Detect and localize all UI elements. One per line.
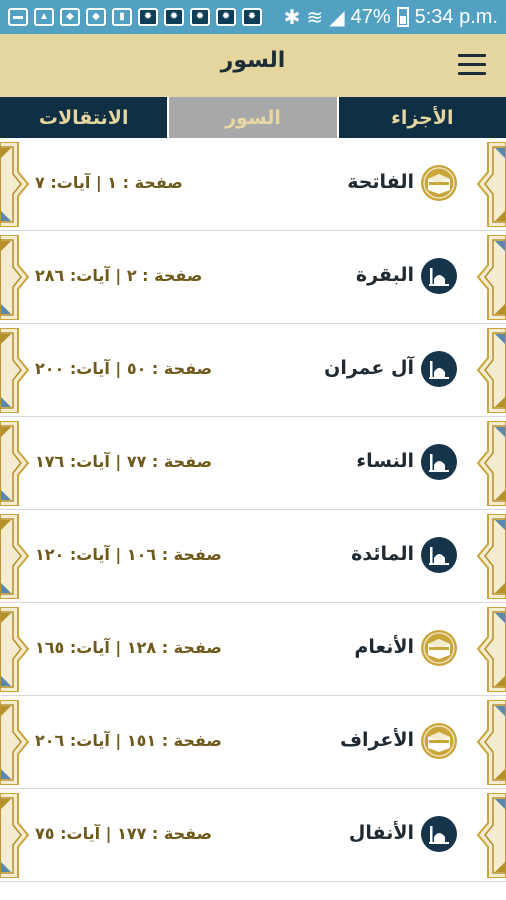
ornament-frame-left	[0, 421, 30, 506]
battery-icon	[396, 7, 409, 27]
surah-name: البقرة	[355, 264, 414, 286]
app-icon: ✹	[190, 8, 210, 26]
app-icon: ✹	[138, 8, 158, 26]
ornament-frame-right	[476, 700, 506, 785]
mosque-icon	[420, 257, 458, 295]
surah-row[interactable]: النساء صفحة : ٧٧ | آيات: ١٧٦	[0, 417, 506, 510]
battery-percent: 47%	[350, 5, 391, 28]
surah-name: الفاتحة	[347, 171, 414, 193]
surah-name: آل عمران	[324, 357, 414, 379]
tab-transitions[interactable]: الانتقالات	[0, 97, 168, 138]
tab-surahs[interactable]: السور	[169, 97, 337, 138]
surah-page-verses: صفحة : ٥٠ | آيات: ٢٠٠	[35, 359, 213, 378]
menu-button[interactable]	[458, 54, 486, 78]
tab-juz[interactable]: الأجزاء	[338, 97, 506, 138]
bluetooth-icon: ✱	[283, 6, 301, 29]
kaaba-icon	[420, 164, 458, 202]
ornament-frame-right	[476, 421, 506, 506]
ornament-frame-right	[476, 793, 506, 878]
surah-name: الأعراف	[339, 729, 414, 751]
app-icon: ◆	[86, 8, 106, 26]
ornament-frame-left	[0, 328, 30, 413]
ornament-frame-right	[476, 142, 506, 227]
app-icon: ◆	[60, 8, 80, 26]
app-bar: السور	[0, 34, 506, 97]
ornament-frame-right	[476, 607, 506, 692]
sim-icon: ▮	[112, 8, 132, 26]
surah-row[interactable]: الأعراف صفحة : ١٥١ | آيات: ٢٠٦	[0, 696, 506, 789]
page-title: السور	[220, 48, 286, 73]
surah-row[interactable]: الأنعام صفحة : ١٢٨ | آيات: ١٦٥	[0, 603, 506, 696]
clock: 5:34 p.m.	[414, 5, 498, 28]
surah-row[interactable]: الأنفال صفحة : ١٧٧ | آيات: ٧٥	[0, 789, 506, 882]
ornament-frame-right	[476, 328, 506, 413]
ornament-frame-left	[0, 700, 30, 785]
ornament-frame-left	[0, 793, 30, 878]
surah-page-verses: صفحة : ٧٧ | آيات: ١٧٦	[35, 452, 213, 471]
surah-row[interactable]: آل عمران صفحة : ٥٠ | آيات: ٢٠٠	[0, 324, 506, 417]
ornament-frame-left	[0, 607, 30, 692]
app-icon: ✹	[216, 8, 236, 26]
status-bar: ▬ ▲ ◆ ◆ ▮ ✹ ✹ ✹ ✹ ✹ ✱ ≋ ◢ 47% 5:34 p.m.	[0, 0, 506, 34]
signal-icon: ◢	[329, 6, 345, 29]
kaaba-icon	[420, 722, 458, 760]
system-icons: ✱ ≋ ◢ 47% 5:34 p.m.	[284, 5, 498, 30]
surah-name: الأنعام	[354, 636, 414, 658]
surah-page-verses: صفحة : ٢ | آيات: ٢٨٦	[35, 266, 203, 285]
tab-bar: الانتقالات السور الأجزاء	[0, 97, 506, 138]
surah-name: الأنفال	[348, 822, 414, 844]
app-icon: ✹	[164, 8, 184, 26]
mosque-icon	[420, 443, 458, 481]
mosque-icon	[420, 815, 458, 853]
surah-page-verses: صفحة : ١٠٦ | آيات: ١٢٠	[35, 545, 222, 564]
ornament-frame-right	[476, 514, 506, 599]
mosque-icon	[420, 536, 458, 574]
app-icon: ✹	[242, 8, 262, 26]
kaaba-icon	[420, 629, 458, 667]
ornament-frame-left	[0, 235, 30, 320]
surah-name: النساء	[356, 450, 414, 472]
wifi-icon: ≋	[306, 6, 324, 29]
surah-page-verses: صفحة : ١ | آيات: ٧	[35, 173, 183, 192]
message-icon: ▬	[8, 8, 28, 26]
ornament-frame-left	[0, 142, 30, 227]
surah-row[interactable]: الفاتحة صفحة : ١ | آيات: ٧	[0, 138, 506, 231]
surah-name: المائدة	[351, 543, 414, 565]
surah-page-verses: صفحة : ١٢٨ | آيات: ١٦٥	[35, 638, 222, 657]
surah-page-verses: صفحة : ١٥١ | آيات: ٢٠٦	[35, 731, 222, 750]
surah-row[interactable]: المائدة صفحة : ١٠٦ | آيات: ١٢٠	[0, 510, 506, 603]
menu-icon	[458, 54, 486, 57]
surah-row[interactable]: البقرة صفحة : ٢ | آيات: ٢٨٦	[0, 231, 506, 324]
ornament-frame-left	[0, 514, 30, 599]
image-icon: ▲	[34, 8, 54, 26]
surah-page-verses: صفحة : ١٧٧ | آيات: ٧٥	[35, 824, 213, 843]
mosque-icon	[420, 350, 458, 388]
ornament-frame-right	[476, 235, 506, 320]
surah-list: الفاتحة صفحة : ١ | آيات: ٧ البقرة صفحة : ٢…	[0, 138, 506, 882]
notification-icons: ▬ ▲ ◆ ◆ ▮ ✹ ✹ ✹ ✹ ✹	[8, 8, 262, 26]
